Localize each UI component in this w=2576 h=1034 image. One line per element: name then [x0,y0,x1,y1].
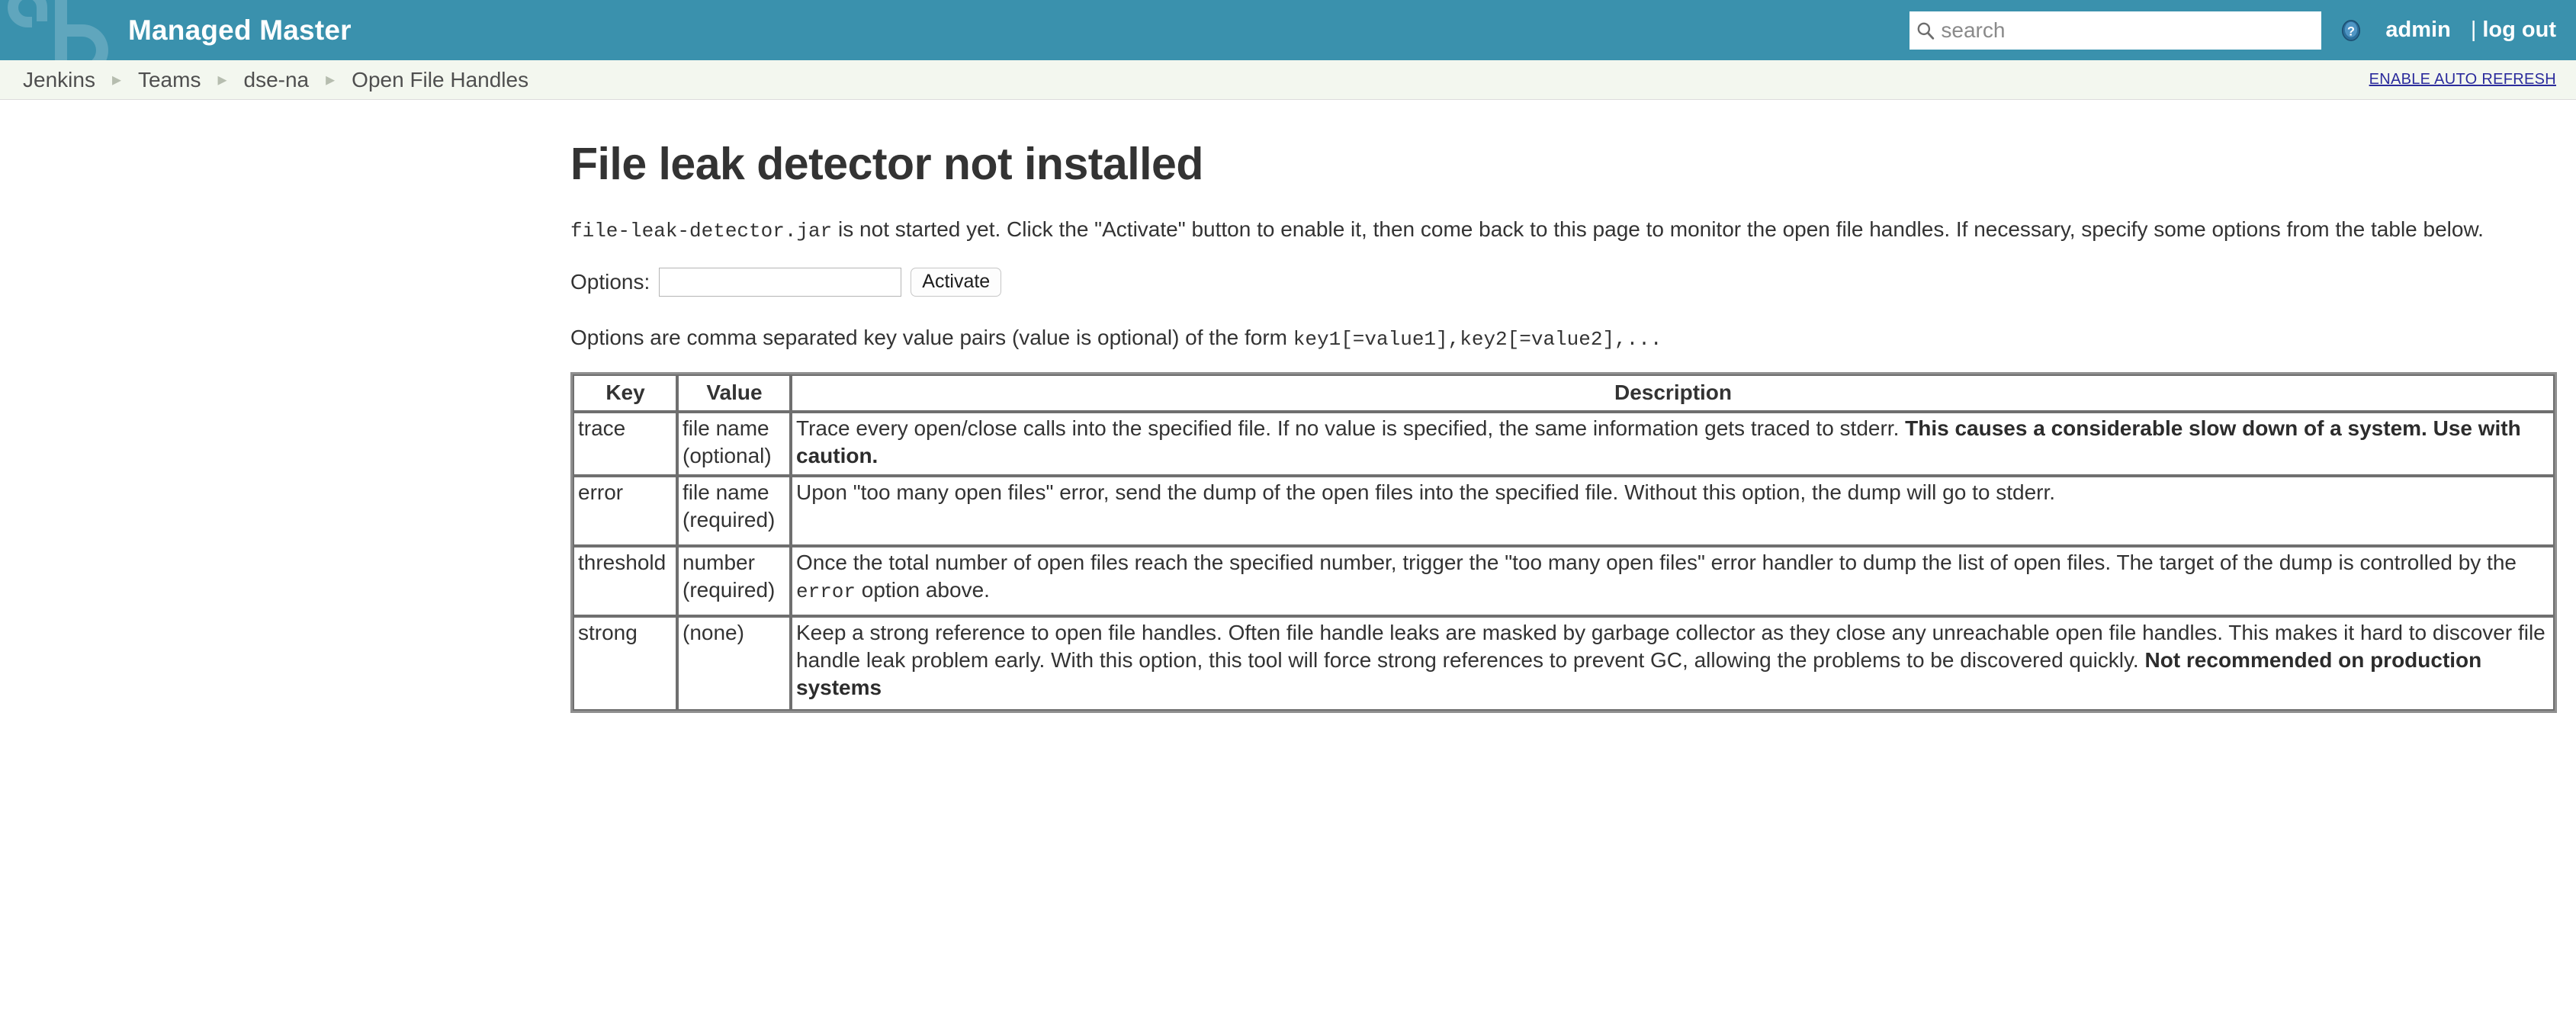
chevron-right-icon: ▸ [217,69,227,90]
description-tail: option above. [856,578,990,602]
column-header-value: Value [677,374,791,412]
form-note: Options are comma separated key value pa… [570,326,2576,351]
main-content: File leak detector not installed file-le… [0,138,2576,713]
description-text: Upon "too many open files" error, send t… [796,480,2056,504]
cell-value: number (required) [677,545,791,616]
search-input[interactable] [1941,11,2321,49]
options-table: Key Value Description trace file name (o… [570,371,2557,713]
description-code: error [796,580,856,604]
cell-key: strong [573,615,677,711]
table-body: trace file name (optional) Trace every o… [573,411,2555,711]
breadcrumb-item-teams[interactable]: Teams [138,68,201,92]
table-row: error file name (required) Upon "too man… [573,475,2555,546]
header-right-group: ? admin | log out [1910,11,2576,50]
intro-paragraph: file-leak-detector.jar is not started ye… [570,216,2576,245]
help-question-icon[interactable]: ? [2338,18,2364,43]
options-input[interactable] [659,267,902,297]
cell-value: (none) [677,615,791,711]
jenkins-logo-icon[interactable] [5,0,127,60]
svg-text:?: ? [2347,24,2355,38]
brand-title[interactable]: Managed Master [128,14,352,47]
table-header-row: Key Value Description [573,374,2555,412]
page-title: File leak detector not installed [570,139,1203,189]
user-name-link[interactable]: admin [2385,18,2450,43]
cell-description: Once the total number of open files reac… [791,545,2555,616]
cell-key: error [573,475,677,546]
breadcrumb: Jenkins ▸ Teams ▸ dse-na ▸ Open File Han… [0,60,2576,100]
options-label: Options: [570,269,650,294]
page-header: Managed Master ? admin | log out [0,0,2576,60]
breadcrumb-item-jenkins[interactable]: Jenkins [23,68,95,92]
chevron-right-icon: ▸ [326,69,336,90]
table-row: threshold number (required) Once the tot… [573,545,2555,616]
cell-description: Keep a strong reference to open file han… [791,615,2555,711]
breadcrumb-item-dse-na[interactable]: dse-na [244,68,310,92]
table-row: strong (none) Keep a strong reference to… [573,615,2555,711]
table-header: Key Value Description [573,374,2555,412]
options-form: Options: Activate [570,267,2576,297]
breadcrumb-item-open-file-handles[interactable]: Open File Handles [352,68,528,92]
cell-value: file name (optional) [677,411,791,476]
cell-key: threshold [573,545,677,616]
column-header-key: Key [573,374,677,412]
description-text: Trace every open/close calls into the sp… [796,416,1906,440]
user-area: admin | log out [2385,18,2556,43]
chevron-right-icon: ▸ [111,69,121,90]
description-text: Once the total number of open files reac… [796,550,2517,574]
table-row: trace file name (optional) Trace every o… [573,411,2555,476]
cell-value: file name (required) [677,475,791,546]
activate-button[interactable]: Activate [911,267,1002,297]
search-box[interactable] [1910,11,2322,50]
jar-name-code: file-leak-detector.jar [570,220,833,242]
cell-description: Upon "too many open files" error, send t… [791,475,2555,546]
cell-key: trace [573,411,677,476]
intro-text: is not started yet. Click the "Activate"… [832,217,2484,241]
log-out-link[interactable]: log out [2482,18,2556,43]
search-icon [1910,21,1941,40]
cell-description: Trace every open/close calls into the sp… [791,411,2555,476]
form-note-text: Options are comma separated key value pa… [570,325,1293,349]
form-note-code: key1[=value1],key2[=value2],... [1293,327,1662,351]
enable-auto-refresh-link[interactable]: ENABLE AUTO REFRESH [2369,71,2556,88]
user-separator: | [2470,18,2477,42]
column-header-description: Description [791,374,2555,412]
